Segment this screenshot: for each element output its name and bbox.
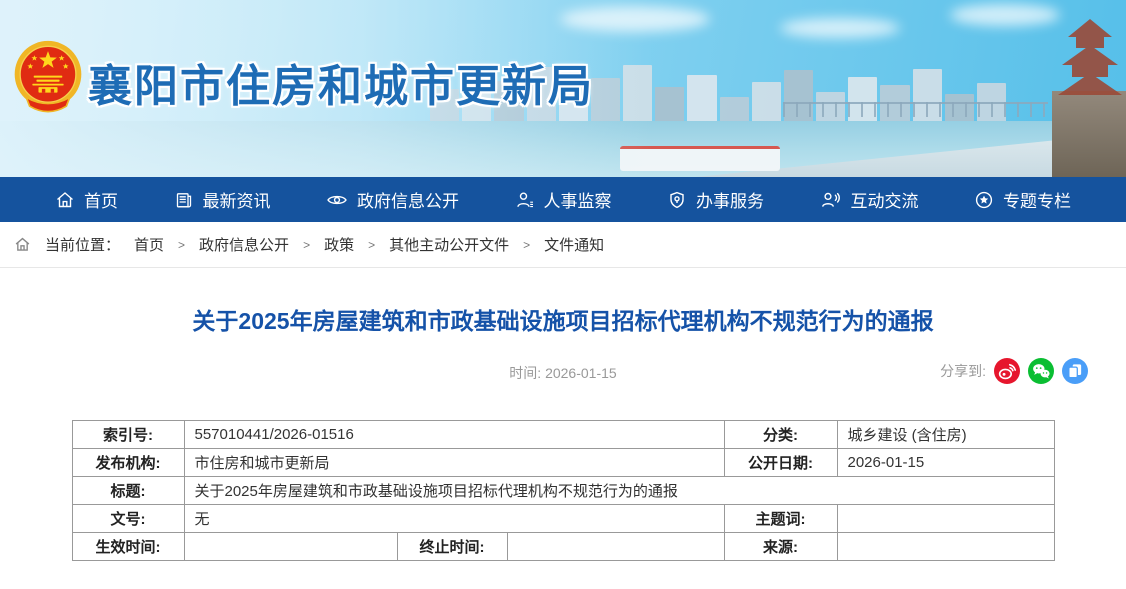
breadcrumb: 当前位置： 首页 > 政府信息公开 > 政策 > 其他主动公开文件 > 文件通知 [0, 222, 1126, 268]
share-label: 分享到: [940, 361, 986, 381]
nav-item-personnel[interactable]: 人事监察 [515, 187, 612, 212]
expiry-date-label: 终止时间: [397, 533, 507, 561]
issuing-agency-label: 发布机构: [72, 449, 184, 477]
breadcrumb-item-other-public-docs[interactable]: 其他主动公开文件 [389, 234, 509, 255]
publish-date-label: 公开日期: [724, 449, 837, 477]
wechat-icon [1030, 360, 1052, 382]
breadcrumb-item-home[interactable]: 首页 [134, 234, 164, 255]
doc-number-label: 文号: [72, 505, 184, 533]
river-bridge [783, 102, 1048, 117]
cloud-shape [950, 4, 1060, 26]
publish-date-value: 2026-01-15 [837, 449, 1054, 477]
star-circle-icon [974, 190, 994, 210]
breadcrumb-separator: > [303, 238, 310, 252]
home-icon [55, 190, 75, 210]
eye-icon [326, 190, 348, 210]
pagoda-silhouette [1054, 15, 1124, 99]
index-number-value: 557010441/2026-01516 [184, 421, 724, 449]
people-chat-icon [820, 190, 842, 210]
nav-item-special-topics[interactable]: 专题专栏 [974, 187, 1071, 212]
table-row: 索引号: 557010441/2026-01516 分类: 城乡建设 (含住房) [72, 421, 1054, 449]
index-number-label: 索引号: [72, 421, 184, 449]
national-emblem-icon [14, 40, 82, 118]
breadcrumb-prefix: 当前位置： [45, 234, 120, 255]
nav-label: 办事服务 [696, 187, 764, 212]
copy-link-share-button[interactable] [1062, 358, 1088, 384]
doc-number-value: 无 [184, 505, 724, 533]
time-value: 2026-01-15 [545, 365, 617, 381]
wechat-share-button[interactable] [1028, 358, 1054, 384]
breadcrumb-item-gov-info[interactable]: 政府信息公开 [199, 234, 289, 255]
main-nav: 首页 最新资讯 政府信息公开 人事监察 办事服务 [0, 177, 1126, 222]
city-wall [1052, 91, 1126, 177]
person-icon [515, 190, 535, 210]
doc-title-label: 标题: [72, 477, 184, 505]
nav-item-interaction[interactable]: 互动交流 [820, 187, 919, 212]
nav-label: 政府信息公开 [357, 187, 459, 212]
source-value [837, 533, 1054, 561]
article-meta-row: 时间: 2026-01-15 分享到: [0, 356, 1126, 386]
shield-icon [667, 190, 687, 210]
issuing-agency-value: 市住房和城市更新局 [184, 449, 724, 477]
keywords-value [837, 505, 1054, 533]
nav-label: 互动交流 [851, 187, 919, 212]
nav-item-gov-info[interactable]: 政府信息公开 [326, 187, 459, 212]
category-value: 城乡建设 (含住房) [837, 421, 1054, 449]
weibo-icon [996, 360, 1018, 382]
news-icon [174, 190, 194, 210]
category-label: 分类: [724, 421, 837, 449]
cloud-shape [780, 18, 900, 38]
home-icon [14, 236, 31, 253]
nav-label: 专题专栏 [1003, 187, 1071, 212]
table-row: 文号: 无 主题词: [72, 505, 1054, 533]
copy-link-icon [1064, 360, 1086, 382]
table-row: 生效时间: 终止时间: 来源: [72, 533, 1054, 561]
breadcrumb-separator: > [523, 238, 530, 252]
keywords-label: 主题词: [724, 505, 837, 533]
site-banner: 襄阳市住房和城市更新局 [0, 0, 1126, 177]
nav-item-news[interactable]: 最新资讯 [174, 187, 271, 212]
breadcrumb-separator: > [368, 238, 375, 252]
breadcrumb-separator: > [178, 238, 185, 252]
source-label: 来源: [724, 533, 837, 561]
nav-label: 人事监察 [544, 187, 612, 212]
table-row: 标题: 关于2025年房屋建筑和市政基础设施项目招标代理机构不规范行为的通报 [72, 477, 1054, 505]
time-label: 时间: [509, 365, 541, 381]
expiry-date-value [507, 533, 724, 561]
document-meta-table: 索引号: 557010441/2026-01516 分类: 城乡建设 (含住房)… [72, 420, 1055, 561]
site-title[interactable]: 襄阳市住房和城市更新局 [88, 50, 594, 114]
doc-title-value: 关于2025年房屋建筑和市政基础设施项目招标代理机构不规范行为的通报 [184, 477, 1054, 505]
effective-date-label: 生效时间: [72, 533, 184, 561]
share-bar: 分享到: [940, 358, 1088, 384]
article-title: 关于2025年房屋建筑和市政基础设施项目招标代理机构不规范行为的通报 [40, 306, 1086, 336]
weibo-share-button[interactable] [994, 358, 1020, 384]
effective-date-value [184, 533, 397, 561]
nav-item-home[interactable]: 首页 [55, 187, 118, 212]
nav-item-services[interactable]: 办事服务 [667, 187, 764, 212]
breadcrumb-item-document-notice[interactable]: 文件通知 [544, 234, 604, 255]
nav-label: 最新资讯 [203, 187, 271, 212]
breadcrumb-item-policy[interactable]: 政策 [324, 234, 354, 255]
table-row: 发布机构: 市住房和城市更新局 公开日期: 2026-01-15 [72, 449, 1054, 477]
nav-label: 首页 [84, 187, 118, 212]
